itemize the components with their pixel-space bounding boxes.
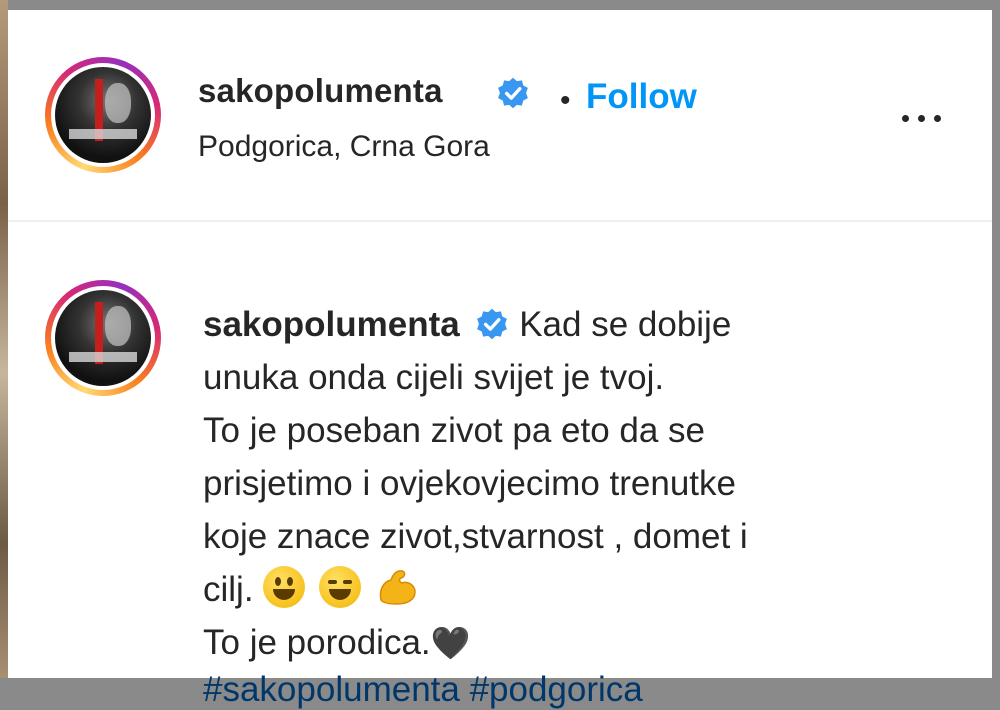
caption-line-1: Kad se dobije [509, 305, 732, 344]
caption-avatar[interactable] [45, 280, 161, 396]
profile-avatar[interactable] [45, 57, 161, 173]
caption-line-4: prisjetimo i ovjekovjecimo trenutke [203, 464, 736, 503]
laughing-face-emoji [319, 566, 362, 608]
caption-username[interactable]: sakopolumenta [203, 305, 460, 344]
caption-line-6: cilj. [203, 570, 264, 609]
grinning-face-emoji [263, 566, 306, 608]
background-image-edge [0, 0, 8, 678]
caption-line-2: unuka onda cijeli svijet je tvoj. [203, 358, 665, 397]
post-location[interactable]: Podgorica, Crna Gora [198, 130, 490, 164]
verified-badge-icon [477, 308, 508, 340]
caption-hashtags[interactable]: #sakopolumenta #podgorica [203, 670, 643, 710]
post-caption: sakopolumenta Kad se dobije unuka onda c… [203, 298, 883, 670]
separator-dot: • [560, 84, 571, 117]
follow-button[interactable]: Follow [586, 77, 697, 117]
flexed-biceps-emoji [379, 570, 416, 605]
instagram-post-panel: sakopolumenta • Follow Podgorica, Crna G… [8, 10, 992, 709]
verified-badge-icon [498, 77, 528, 109]
post-header: sakopolumenta • Follow Podgorica, Crna G… [8, 10, 992, 222]
caption-line-7: To je porodica. [203, 623, 431, 662]
header-username[interactable]: sakopolumenta [198, 72, 443, 110]
caption-line-5: koje znace zivot,stvarnost , domet i [203, 517, 748, 556]
black-heart-emoji: 🖤 [430, 625, 471, 661]
caption-line-3: To je poseban zivot pa eto da se [203, 411, 706, 450]
more-options-icon[interactable] [898, 100, 948, 136]
